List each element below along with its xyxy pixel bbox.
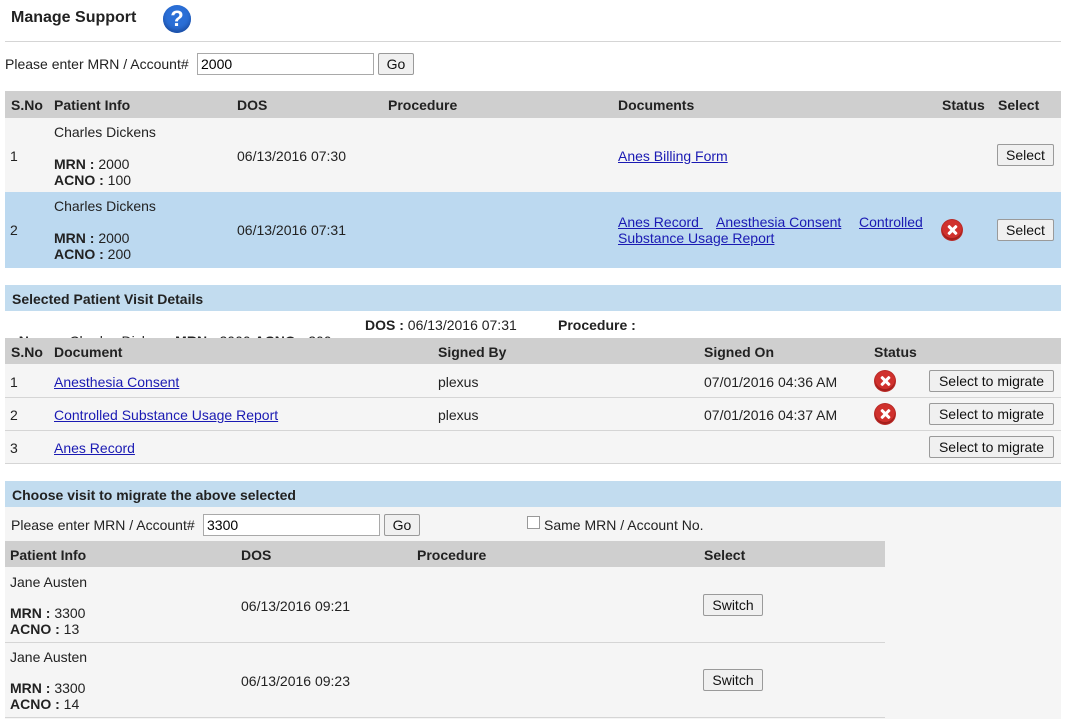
signed-by: plexus (438, 407, 479, 423)
migrate-search-input[interactable] (203, 514, 380, 536)
migrate-search-label: Please enter MRN / Account# (11, 517, 195, 533)
title-divider (5, 41, 1061, 42)
col-procedure: Procedure (417, 547, 487, 563)
switch-button[interactable]: Switch (703, 669, 763, 691)
patient-mrn: MRN : 3300 (10, 680, 86, 696)
col-documents: Documents (618, 97, 695, 113)
col-select: Select (998, 97, 1040, 113)
documents-table-header: S.No Document Signed By Signed On Status (5, 338, 1061, 364)
col-signed-by: Signed By (438, 344, 507, 360)
document-link[interactable]: Anesthesia Consent (716, 214, 841, 230)
select-to-migrate-button[interactable]: Select to migrate (929, 436, 1054, 458)
table-row: 3 Anes Record Select to migrate (5, 431, 1061, 463)
visit-dos: 06/13/2016 09:23 (241, 673, 350, 689)
row-sno: 1 (10, 148, 18, 164)
document-link[interactable]: Anesthesia Consent (54, 374, 179, 390)
col-patient-info: Patient Info (54, 97, 131, 113)
page-title: Manage Support (11, 9, 137, 26)
patient-mrn: MRN : 2000 (54, 156, 130, 172)
col-status: Status (942, 97, 985, 113)
row-divider (5, 463, 1061, 464)
row-sno: 2 (10, 407, 18, 423)
document-link[interactable]: Anes Record (618, 214, 703, 230)
signed-by: plexus (438, 374, 479, 390)
col-procedure: Procedure (388, 97, 458, 113)
visits-table-header: S.No Patient Info DOS Procedure Document… (5, 91, 1061, 118)
patient-acno: ACNO : 13 (10, 621, 80, 637)
migrate-table-header: Patient Info DOS Procedure Select (5, 541, 885, 567)
same-mrn-checkbox[interactable] (527, 516, 540, 529)
col-dos: DOS (237, 97, 268, 113)
table-row-selected[interactable]: 2 Charles Dickens MRN : 2000 ACNO : 200 … (5, 192, 1061, 268)
table-row: 2 Controlled Substance Usage Report plex… (5, 398, 1061, 430)
visit-dos: 06/13/2016 07:31 (237, 222, 346, 238)
signed-on: 07/01/2016 04:37 AM (704, 407, 838, 423)
table-row: 1 Anesthesia Consent plexus 07/01/2016 0… (5, 364, 1061, 397)
col-dos: DOS (241, 547, 272, 563)
patient-name: Jane Austen (10, 574, 88, 590)
document-link[interactable]: Controlled Substance Usage Report (54, 407, 278, 423)
patient-mrn: MRN : 3300 (10, 605, 86, 621)
signed-on: 07/01/2016 04:36 AM (704, 374, 838, 390)
select-to-migrate-button[interactable]: Select to migrate (929, 370, 1054, 392)
patient-acno: ACNO : 200 (54, 246, 132, 262)
details-dos: DOS : 06/13/2016 07:31 (365, 317, 517, 333)
document-link[interactable]: Substance Usage Report (618, 230, 774, 246)
col-sno: S.No (11, 97, 43, 113)
table-row: Jane Austen MRN : 3300 ACNO : 13 06/13/2… (5, 567, 885, 642)
patient-mrn: MRN : 2000 (54, 230, 130, 246)
visit-dos: 06/13/2016 09:21 (241, 598, 350, 614)
error-icon (942, 220, 962, 240)
mrn-search-label: Please enter MRN / Account# (5, 56, 189, 72)
patient-acno: ACNO : 14 (10, 696, 80, 712)
patient-name: Charles Dickens (54, 124, 156, 140)
visit-dos: 06/13/2016 07:30 (237, 148, 346, 164)
row-sno: 2 (10, 222, 18, 238)
document-link[interactable]: Controlled (859, 214, 923, 230)
patient-name: Charles Dickens (54, 198, 156, 214)
select-button[interactable]: Select (997, 219, 1054, 241)
row-sno: 1 (10, 374, 18, 390)
go-button[interactable]: Go (378, 53, 414, 75)
col-sno: S.No (11, 344, 43, 360)
row-divider (5, 717, 885, 718)
patient-name: Jane Austen (10, 649, 88, 665)
col-signed-on: Signed On (704, 344, 774, 360)
col-status: Status (874, 344, 917, 360)
help-icon[interactable]: ? (163, 5, 191, 33)
details-procedure: Procedure : (558, 317, 636, 333)
table-row: Jane Austen MRN : 3300 ACNO : 14 06/13/2… (5, 643, 885, 718)
select-button[interactable]: Select (997, 144, 1054, 166)
migrate-title: Choose visit to migrate the above select… (12, 487, 296, 503)
document-link[interactable]: Anes Billing Form (618, 148, 728, 164)
error-icon (875, 404, 895, 424)
switch-button[interactable]: Switch (703, 594, 763, 616)
row-sno: 3 (10, 440, 18, 456)
details-title: Selected Patient Visit Details (12, 291, 204, 307)
col-patient-info: Patient Info (10, 547, 87, 563)
error-icon (875, 371, 895, 391)
col-document: Document (54, 344, 123, 360)
document-link[interactable]: Anes Record (54, 440, 135, 456)
mrn-search-input[interactable] (197, 53, 374, 75)
col-select: Select (704, 547, 746, 563)
select-to-migrate-button[interactable]: Select to migrate (929, 403, 1054, 425)
migrate-section-title: Choose visit to migrate the above select… (5, 481, 1061, 507)
patient-acno: ACNO : 100 (54, 172, 132, 188)
migrate-go-button[interactable]: Go (384, 514, 420, 536)
same-mrn-label: Same MRN / Account No. (544, 517, 704, 533)
details-section-title: Selected Patient Visit Details (5, 285, 1061, 311)
table-row[interactable]: 1 Charles Dickens MRN : 2000 ACNO : 100 … (5, 118, 1061, 192)
